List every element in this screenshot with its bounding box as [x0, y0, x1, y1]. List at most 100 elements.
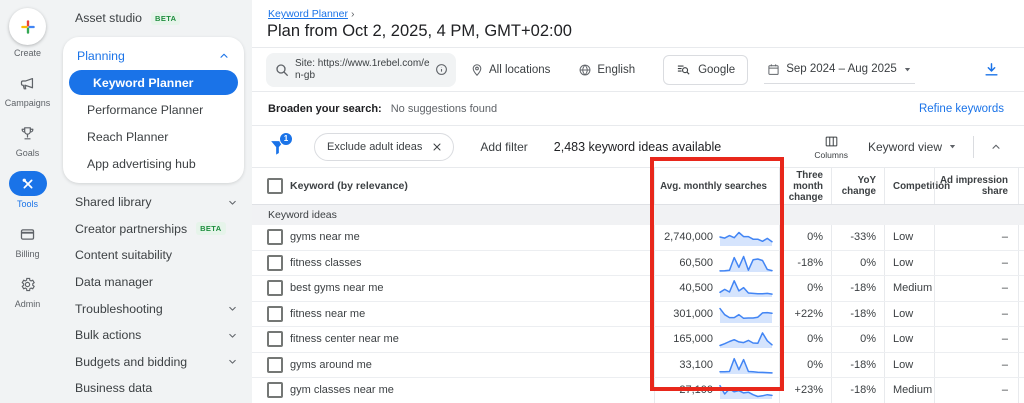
- rail-item-tools[interactable]: Tools: [8, 171, 47, 209]
- keyword-cell[interactable]: fitness near me: [290, 302, 654, 327]
- rail-item-campaigns[interactable]: Campaigns: [5, 71, 50, 108]
- header-keyword[interactable]: Keyword (by relevance): [290, 168, 654, 204]
- broaden-search-row: Broaden your search: No suggestions foun…: [252, 92, 1024, 126]
- avg-monthly-searches-cell: 60,500: [654, 250, 779, 275]
- trophy-icon: [19, 125, 36, 142]
- header-competition[interactable]: Competition: [884, 168, 950, 204]
- row-checkbox[interactable]: [252, 251, 290, 276]
- exclude-adult-ideas-chip[interactable]: Exclude adult ideas: [314, 132, 455, 161]
- competition-cell: Medium: [884, 378, 934, 403]
- rail-icon-wrap: [11, 121, 45, 145]
- locations-selector[interactable]: All locations: [470, 63, 550, 77]
- breadcrumb: Keyword Planner ›: [268, 8, 354, 20]
- sidebar-item-shared-library[interactable]: Shared library: [55, 189, 252, 216]
- rail-item-label: Admin: [14, 299, 41, 309]
- sidebar-item-planning[interactable]: Planning: [63, 43, 244, 70]
- competition-cell: Low: [884, 352, 934, 377]
- keyword-cell[interactable]: best gyms near me: [290, 276, 654, 301]
- rail-item-goals[interactable]: Goals: [11, 121, 45, 158]
- site-search-value: Site: https://www.1rebel.com/en-gb: [295, 57, 430, 81]
- download-button[interactable]: [983, 61, 1000, 78]
- info-icon[interactable]: [435, 63, 448, 76]
- sidebar-item-label: Planning: [77, 48, 125, 63]
- filter-count-badge: 1: [279, 131, 293, 146]
- yoy-change-cell: 0%: [831, 327, 884, 352]
- rail-item-billing[interactable]: Billing: [11, 222, 45, 259]
- add-filter-button[interactable]: Add filter: [480, 140, 527, 154]
- language-selector[interactable]: English: [578, 63, 635, 77]
- toolbar: Site: https://www.1rebel.com/en-gb All l…: [252, 47, 1024, 92]
- filter-button[interactable]: 1: [268, 131, 293, 157]
- sidebar-item-content-suitability[interactable]: Content suitability: [55, 242, 252, 269]
- select-all-checkbox[interactable]: [252, 168, 290, 204]
- network-selector[interactable]: Google: [663, 54, 749, 85]
- sidebar-item-creator-partnerships[interactable]: Creator partnerships BETA: [55, 216, 252, 243]
- close-icon[interactable]: [431, 141, 443, 153]
- table-row: fitness classes 60,500 -18% 0% Low –: [252, 250, 1024, 276]
- rail-item-admin[interactable]: Admin: [11, 272, 45, 309]
- keyword-cell[interactable]: gyms near me: [290, 225, 654, 250]
- row-checkbox[interactable]: [252, 327, 290, 352]
- header-three-month-change[interactable]: Three month change: [779, 168, 831, 204]
- sidebar-item-label: Content suitability: [75, 248, 173, 263]
- site-search-input[interactable]: Site: https://www.1rebel.com/en-gb: [266, 52, 456, 87]
- rail-icon-wrap: [11, 71, 45, 95]
- sidebar-item-data-manager[interactable]: Data manager: [55, 269, 252, 296]
- rail-item-create[interactable]: Create: [9, 8, 46, 58]
- search-icon: [274, 62, 290, 78]
- chevron-down-icon: [227, 303, 238, 314]
- columns-button[interactable]: Columns: [814, 134, 848, 160]
- three-month-change-cell: +22%: [779, 301, 831, 326]
- calendar-icon: [767, 63, 780, 76]
- sidebar-item-app-advertising-hub[interactable]: App advertising hub: [63, 150, 244, 177]
- collapse-panel-button[interactable]: [990, 141, 1002, 153]
- row-checkbox[interactable]: [252, 353, 290, 378]
- sidebar-item-keyword-planner[interactable]: Keyword Planner: [69, 70, 238, 96]
- sidebar-item-business-data[interactable]: Business data: [55, 375, 252, 402]
- planning-card: Planning Keyword Planner Performance Plann…: [63, 36, 244, 183]
- sidebar-item-reach-planner[interactable]: Reach Planner: [63, 124, 244, 151]
- beta-badge: BETA: [196, 222, 226, 236]
- table-row: gyms around me 33,100 0% -18% Low –: [252, 352, 1024, 378]
- row-gutter: [1018, 352, 1024, 377]
- rail-item-label: Billing: [15, 249, 40, 259]
- sidebar-item-asset-studio[interactable]: Asset studio BETA: [55, 5, 252, 32]
- sidebar-item-label: Asset studio: [75, 11, 142, 26]
- row-checkbox[interactable]: [252, 302, 290, 327]
- yoy-change-cell: -33%: [831, 225, 884, 250]
- keyword-cell[interactable]: gym classes near me: [290, 378, 654, 403]
- header-yoy-change[interactable]: YoY change: [831, 168, 884, 204]
- keyword-cell[interactable]: fitness classes: [290, 251, 654, 276]
- breadcrumb-link[interactable]: Keyword Planner: [268, 8, 348, 20]
- keyword-cell[interactable]: fitness center near me: [290, 327, 654, 352]
- sidebar-item-troubleshooting[interactable]: Troubleshooting: [55, 295, 252, 322]
- row-checkbox[interactable]: [252, 276, 290, 301]
- ad-impression-share-cell: –: [934, 250, 1018, 275]
- sidebar-item-label: Troubleshooting: [75, 301, 163, 316]
- row-checkbox[interactable]: [252, 225, 290, 250]
- row-gutter: [1018, 250, 1024, 275]
- beta-badge: BETA: [151, 11, 181, 25]
- table-row: fitness center near me 165,000 0% 0% Low –: [252, 327, 1024, 353]
- sidebar-item-label: Shared library: [75, 195, 152, 210]
- row-checkbox[interactable]: [252, 378, 290, 403]
- keyword-view-dropdown[interactable]: Keyword view: [868, 140, 957, 154]
- nav-rail: Create Campaigns Goals Tools Billing Admin: [0, 0, 55, 403]
- header-avg-monthly-searches[interactable]: Avg. monthly searches: [654, 168, 779, 204]
- sidebar-item-bulk-actions[interactable]: Bulk actions: [55, 322, 252, 349]
- competition-cell: Low: [884, 225, 934, 250]
- refine-keywords-link[interactable]: Refine keywords: [919, 103, 1004, 115]
- row-gutter: [1018, 225, 1024, 250]
- sidebar-item-performance-planner[interactable]: Performance Planner: [63, 97, 244, 124]
- rail-icon-wrap: [11, 272, 45, 296]
- sidebar-item-budgets-and-bidding[interactable]: Budgets and bidding: [55, 349, 252, 376]
- three-month-change-cell: -18%: [779, 250, 831, 275]
- keyword-cell[interactable]: gyms around me: [290, 353, 654, 378]
- sidebar-item-label: Keyword Planner: [93, 75, 194, 90]
- create-button: [9, 8, 46, 45]
- keyword-text: gyms around me: [290, 358, 372, 371]
- date-range-selector[interactable]: Sep 2024 – Aug 2025: [764, 56, 915, 84]
- gear-icon: [19, 276, 36, 293]
- ad-impression-share-cell: –: [934, 276, 1018, 301]
- header-ad-impression-share[interactable]: Ad impression share: [934, 168, 1018, 204]
